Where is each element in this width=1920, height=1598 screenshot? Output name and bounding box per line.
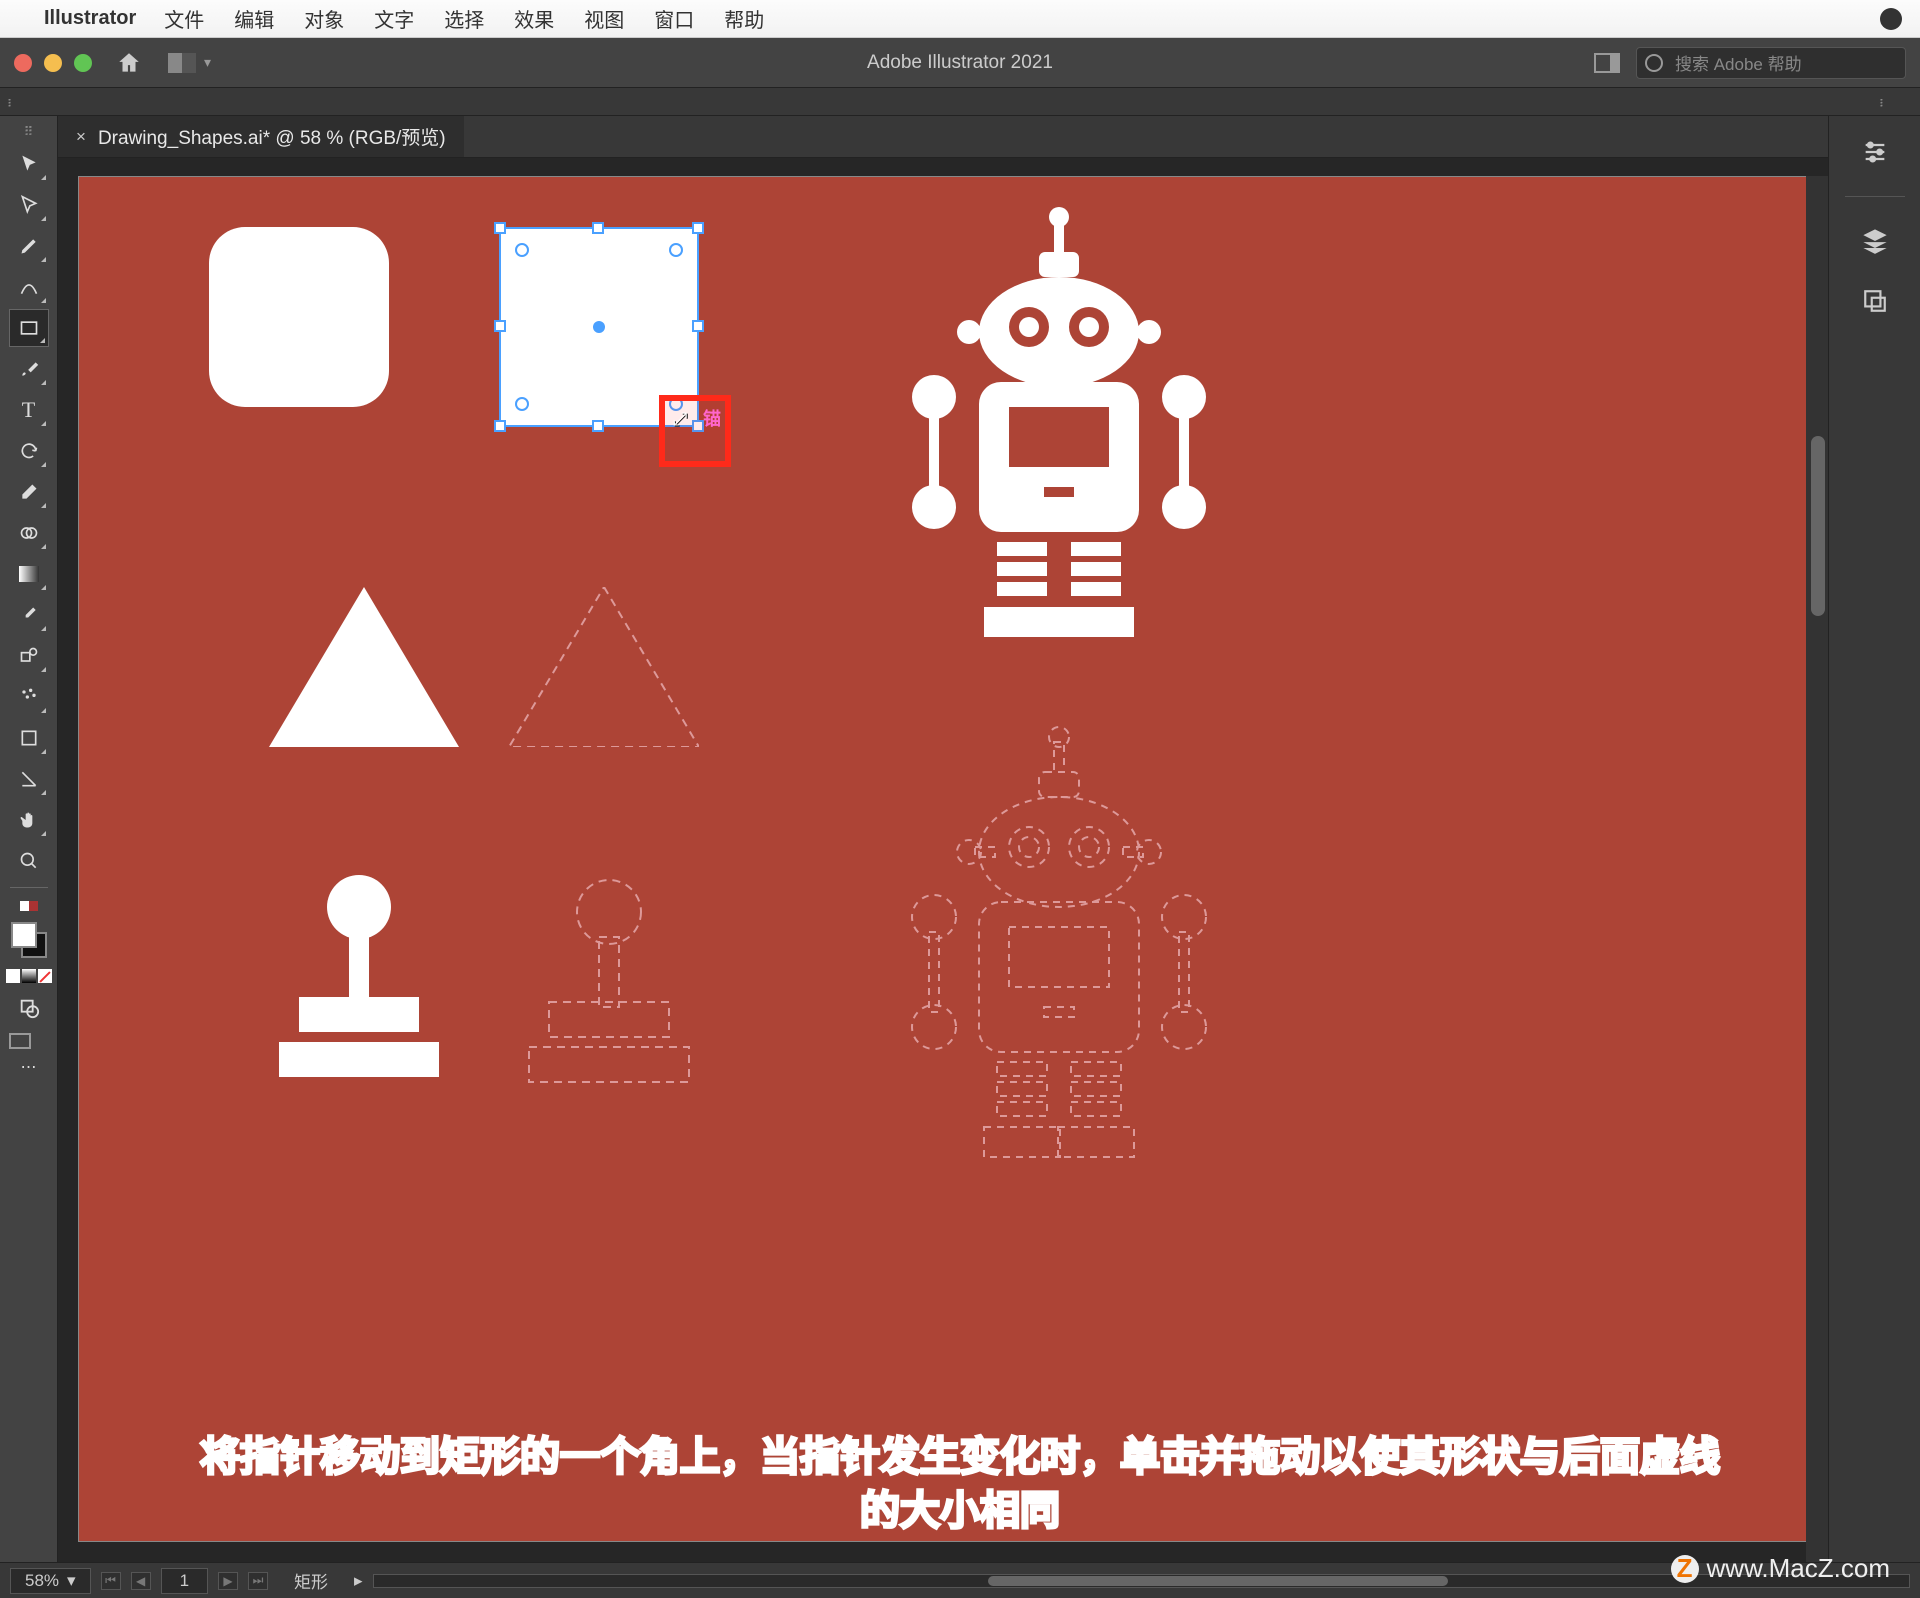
app-titlebar: ▾ Adobe Illustrator 2021 搜索 Adobe 帮助 (0, 38, 1920, 88)
mac-menubar: Illustrator 文件 编辑 对象 文字 选择 效果 视图 窗口 帮助 (0, 0, 1920, 38)
chevron-down-icon[interactable]: ▾ (204, 54, 211, 71)
first-artboard-button[interactable]: ⏮ (101, 1572, 121, 1590)
window-close-button[interactable] (14, 54, 32, 72)
edit-toolbar-button[interactable]: ⋯ (9, 1057, 49, 1077)
menu-select[interactable]: 选择 (444, 4, 484, 33)
vertical-scrollbar[interactable] (1806, 176, 1828, 1562)
resize-handle[interactable] (494, 420, 506, 432)
tab-filename: Drawing_Shapes.ai* @ 58 % (RGB/预览) (98, 123, 446, 150)
resize-handle[interactable] (692, 222, 704, 234)
window-zoom-button[interactable] (74, 54, 92, 72)
watermark: Z www.MacZ.com (1671, 1553, 1890, 1584)
resize-cursor-icon: ⤢ (673, 409, 687, 430)
color-mode-row[interactable] (6, 969, 52, 983)
menu-window[interactable]: 窗口 (654, 4, 694, 33)
status-bar: 58% ▾ ⏮ ◀ 1 ▶ ⏭ 矩形 ▸ (0, 1562, 1920, 1598)
window-controls (14, 54, 92, 72)
search-placeholder: 搜索 Adobe 帮助 (1675, 50, 1802, 75)
pen-tool[interactable] (9, 227, 49, 265)
corner-widget[interactable] (515, 243, 529, 257)
next-artboard-button[interactable]: ▶ (218, 1572, 238, 1590)
watermark-logo-icon: Z (1671, 1555, 1699, 1583)
resize-handle[interactable] (494, 222, 506, 234)
rounded-rectangle-shape[interactable] (209, 227, 389, 407)
gradient-tool[interactable] (9, 555, 49, 593)
tutorial-caption: 将指针移动到矩形的一个角上，当指针发生变化时，单击并拖动以使其形状与后面虚线 的… (77, 1430, 1843, 1538)
scrollbar-thumb[interactable] (1811, 436, 1825, 616)
resize-handle[interactable] (592, 222, 604, 234)
fill-stroke-swatch[interactable] (11, 922, 47, 958)
toolbox: ፧፧ T ⋯ (0, 116, 58, 1562)
chevron-down-icon: ▾ (67, 1571, 76, 1591)
eraser-tool[interactable] (9, 473, 49, 511)
selection-tool[interactable] (9, 145, 49, 183)
triangle-dashed-shape[interactable] (509, 587, 699, 747)
robot-dashed-shape[interactable] (879, 717, 1239, 1217)
app-title: Adobe Illustrator 2021 (867, 52, 1053, 74)
properties-icon[interactable] (1859, 136, 1891, 168)
menubar-status-icon[interactable] (1880, 8, 1902, 30)
resize-handle[interactable] (494, 320, 506, 332)
shape-builder-tool[interactable] (9, 514, 49, 552)
type-tool[interactable]: T (9, 391, 49, 429)
paintbrush-tool[interactable] (9, 350, 49, 388)
control-bar: ፧፧ ፧፧ (0, 88, 1920, 116)
tutorial-highlight: ⤢ 锚 (659, 395, 731, 467)
triangle-shape[interactable] (269, 587, 459, 747)
last-artboard-button[interactable]: ⏭ (248, 1572, 268, 1590)
slice-tool[interactable] (9, 760, 49, 798)
hand-tool[interactable] (9, 801, 49, 839)
menu-edit[interactable]: 编辑 (234, 4, 274, 33)
layers-icon[interactable] (1859, 225, 1891, 257)
corner-widget[interactable] (515, 397, 529, 411)
home-icon[interactable] (116, 50, 142, 76)
menu-object[interactable]: 对象 (304, 4, 344, 33)
panel-toggle-icon[interactable] (1594, 53, 1620, 73)
document-tab[interactable]: × Drawing_Shapes.ai* @ 58 % (RGB/预览) (58, 116, 464, 157)
artboard-number-input[interactable]: 1 (161, 1568, 208, 1594)
direct-selection-tool[interactable] (9, 186, 49, 224)
close-icon[interactable]: × (76, 127, 86, 147)
joystick-dashed-shape[interactable] (509, 877, 709, 1087)
joystick-shape[interactable] (259, 872, 459, 1082)
scrollbar-thumb[interactable] (988, 1576, 1449, 1586)
cursor-hint-label: 锚 (703, 405, 721, 431)
window-minimize-button[interactable] (44, 54, 62, 72)
artboard-tool[interactable] (9, 719, 49, 757)
menu-help[interactable]: 帮助 (724, 4, 764, 33)
resize-handle[interactable] (592, 420, 604, 432)
chevron-right-icon[interactable]: ▸ (354, 1571, 363, 1591)
screen-mode-icon[interactable] (9, 1033, 31, 1049)
zoom-level-dropdown[interactable]: 58% ▾ (10, 1568, 91, 1594)
menu-effect[interactable]: 效果 (514, 4, 554, 33)
app-name[interactable]: Illustrator (44, 7, 136, 30)
robot-shape[interactable] (879, 197, 1239, 697)
right-panel-dock (1828, 116, 1920, 1562)
toolbox-grip-icon[interactable]: ፧፧ (9, 122, 49, 142)
zoom-tool[interactable] (9, 842, 49, 880)
default-fill-stroke-icon[interactable] (20, 901, 38, 911)
workspace-switcher-icon[interactable] (168, 53, 196, 73)
blend-tool[interactable] (9, 637, 49, 675)
symbol-sprayer-tool[interactable] (9, 678, 49, 716)
document-area: × Drawing_Shapes.ai* @ 58 % (RGB/预览) ⤢ 锚 (58, 116, 1828, 1562)
rectangle-tool[interactable] (9, 309, 49, 347)
center-point-icon (593, 321, 605, 333)
prev-artboard-button[interactable]: ◀ (131, 1572, 151, 1590)
document-tabs: × Drawing_Shapes.ai* @ 58 % (RGB/预览) (58, 116, 1828, 158)
eyedropper-tool[interactable] (9, 596, 49, 634)
artboard-canvas[interactable]: ⤢ 锚 (78, 176, 1808, 1542)
artboards-icon[interactable] (1859, 285, 1891, 317)
resize-handle[interactable] (692, 320, 704, 332)
selection-type-label: 矩形 (278, 1568, 344, 1593)
zoom-value: 58% (25, 1571, 59, 1591)
rotate-tool[interactable] (9, 432, 49, 470)
menu-file[interactable]: 文件 (164, 4, 204, 33)
menu-view[interactable]: 视图 (584, 4, 624, 33)
help-search-input[interactable]: 搜索 Adobe 帮助 (1636, 47, 1906, 79)
menu-type[interactable]: 文字 (374, 4, 414, 33)
corner-widget[interactable] (669, 243, 683, 257)
curvature-tool[interactable] (9, 268, 49, 306)
draw-mode-icon[interactable] (17, 996, 41, 1020)
